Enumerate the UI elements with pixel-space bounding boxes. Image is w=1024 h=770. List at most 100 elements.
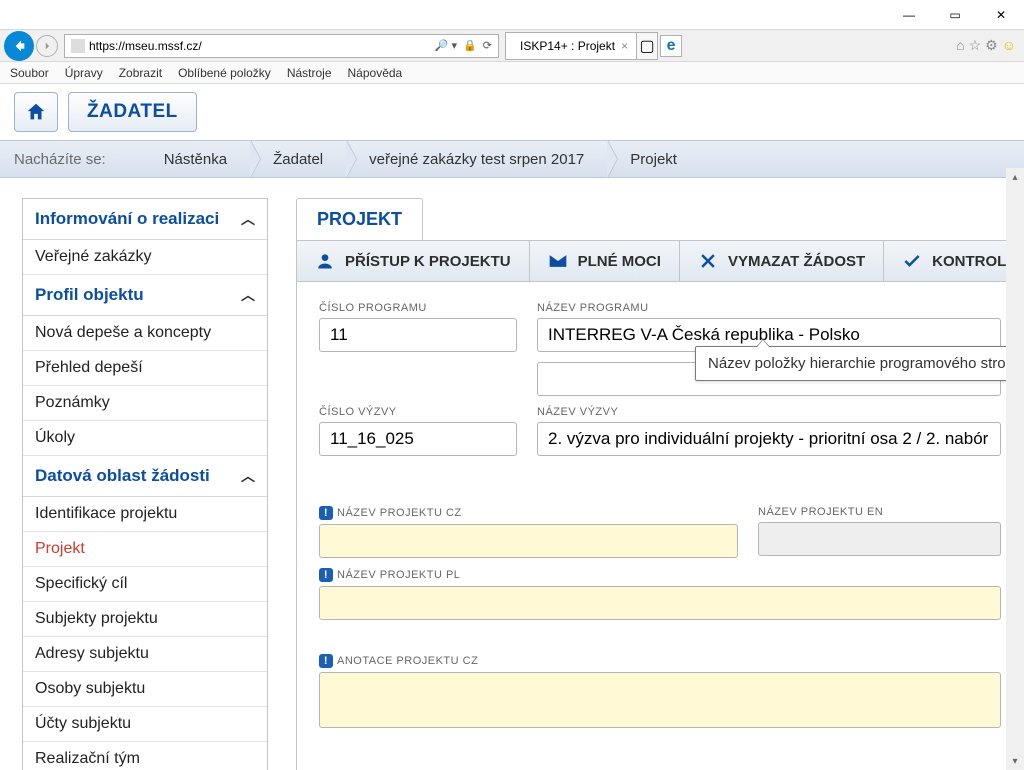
home-icon[interactable]: ⌂ xyxy=(956,37,964,54)
input-nazev-projektu-en[interactable] xyxy=(758,522,1001,556)
nav-forward-button[interactable] xyxy=(36,35,58,57)
chevron-up-icon: ︿ xyxy=(241,466,255,486)
menu-edit[interactable]: Úpravy xyxy=(65,66,103,80)
search-dropdown-icon[interactable]: 🔎 ▾ xyxy=(435,39,457,52)
required-badge: ! xyxy=(319,506,333,520)
sidebar: Informování o realizaci ︿ Veřejné zakázk… xyxy=(22,198,268,770)
vertical-scrollbar[interactable]: ▴ ▾ xyxy=(1006,168,1024,770)
window-titlebar: — ▭ ✕ xyxy=(0,0,1024,30)
tab-strip: ISKP14+ : Projekt × ▢ e xyxy=(505,32,682,60)
sidebar-group-title: Profil objektu xyxy=(35,285,144,305)
tooltip: Název položky hierarchie programového st… xyxy=(695,346,1024,381)
browser-tab[interactable]: ISKP14+ : Projekt × xyxy=(505,32,637,60)
sidebar-group-title: Datová oblast žádosti xyxy=(35,466,210,486)
input-nazev-projektu-pl[interactable] xyxy=(319,586,1001,620)
sidebar-item-tasks[interactable]: Úkoly xyxy=(23,421,267,456)
menu-file[interactable]: Soubor xyxy=(10,66,49,80)
favorites-icon[interactable]: ☆ xyxy=(969,37,982,54)
check-icon xyxy=(902,251,922,271)
label-nazev-projektu-en: NÁZEV PROJEKTU EN xyxy=(758,506,1001,518)
main-panel: PROJEKT PŘÍSTUP K PROJEKTU PLNÉ MOCI VYM… xyxy=(296,198,1024,770)
sidebar-item-tenders[interactable]: Veřejné zakázky xyxy=(23,240,267,275)
input-nazev-projektu-cz[interactable] xyxy=(319,524,738,558)
required-badge: ! xyxy=(319,654,333,668)
sidebar-group-profile[interactable]: Profil objektu ︿ xyxy=(23,275,267,316)
tab-close-button[interactable]: × xyxy=(621,39,628,53)
action-label: PLNÉ MOCI xyxy=(578,253,661,270)
site-favicon xyxy=(71,39,85,53)
scroll-up-icon[interactable]: ▴ xyxy=(1006,168,1024,186)
mail-icon xyxy=(548,251,568,271)
sidebar-item-team[interactable]: Realizační tým xyxy=(23,742,267,770)
action-label: VYMAZAT ŽÁDOST xyxy=(728,253,865,270)
breadcrumb-applicant[interactable]: Žadatel xyxy=(251,140,347,178)
breadcrumb-dashboard[interactable]: Nástěnka xyxy=(142,140,251,178)
sidebar-item-new-msg[interactable]: Nová depeše a koncepty xyxy=(23,316,267,351)
sidebar-item-persons[interactable]: Osoby subjektu xyxy=(23,672,267,707)
sidebar-item-project[interactable]: Projekt xyxy=(23,532,267,567)
menu-fav[interactable]: Oblíbené položky xyxy=(178,66,271,80)
sidebar-group-title: Informování o realizaci xyxy=(35,209,219,229)
window-maximize-button[interactable]: ▭ xyxy=(932,0,978,30)
sidebar-item-msg-overview[interactable]: Přehled depeší xyxy=(23,351,267,386)
tools-icon[interactable]: ⚙ xyxy=(985,37,998,54)
role-button[interactable]: ŽADATEL xyxy=(68,92,197,132)
ie-menu-bar: Soubor Úpravy Zobrazit Oblíbené položky … xyxy=(0,62,1024,84)
feedback-icon[interactable]: ☺ xyxy=(1002,37,1016,54)
breadcrumb: Nacházíte se: Nástěnka Žadatel veřejné z… xyxy=(0,140,1024,178)
label-cislo-programu: ČÍSLO PROGRAMU xyxy=(319,302,517,314)
scroll-down-icon[interactable]: ▾ xyxy=(1006,752,1024,770)
browser-right-icons: ⌂ ☆ ⚙ ☺ xyxy=(956,37,1024,54)
sidebar-item-accounts[interactable]: Účty subjektu xyxy=(23,707,267,742)
url-text: https://mseu.mssf.cz/ xyxy=(89,39,431,53)
edge-icon[interactable]: e xyxy=(660,35,682,57)
refresh-icon[interactable]: ⟳ xyxy=(483,39,492,52)
sidebar-item-goal[interactable]: Specifický cíl xyxy=(23,567,267,602)
sidebar-item-subjects[interactable]: Subjekty projektu xyxy=(23,602,267,637)
textarea-anotace-cz[interactable] xyxy=(319,672,1001,728)
input-nazev-vyzvy[interactable] xyxy=(537,422,1001,456)
action-bar: PŘÍSTUP K PROJEKTU PLNÉ MOCI VYMAZAT ŽÁD… xyxy=(296,240,1024,282)
menu-view[interactable]: Zobrazit xyxy=(119,66,162,80)
app-viewport: ŽADATEL Nacházíte se: Nástěnka Žadatel v… xyxy=(0,84,1024,770)
action-label: PŘÍSTUP K PROJEKTU xyxy=(345,253,511,270)
tab-project[interactable]: PROJEKT xyxy=(296,198,423,240)
breadcrumb-project[interactable]: Projekt xyxy=(608,140,701,178)
label-nazev-programu: NÁZEV PROGRAMU xyxy=(537,302,1001,314)
address-controls: 🔎 ▾ 🔒 ⟳ xyxy=(435,39,492,52)
window-minimize-button[interactable]: — xyxy=(886,0,932,30)
browser-toolbar: https://mseu.mssf.cz/ 🔎 ▾ 🔒 ⟳ ISKP14+ : … xyxy=(0,30,1024,62)
house-icon xyxy=(25,101,47,123)
arrow-left-icon xyxy=(11,38,27,54)
new-tab-button[interactable]: ▢ xyxy=(636,32,658,60)
breadcrumb-label: Nacházíte se: xyxy=(14,151,106,168)
action-check[interactable]: KONTROLA xyxy=(884,241,1024,281)
menu-help[interactable]: Nápověda xyxy=(348,66,403,80)
nav-back-button[interactable] xyxy=(4,31,34,61)
label-nazev-projektu-pl: !NÁZEV PROJEKTU PL xyxy=(319,568,1001,582)
sidebar-item-ident[interactable]: Identifikace projektu xyxy=(23,497,267,532)
people-icon xyxy=(315,251,335,271)
input-cislo-vyzvy[interactable] xyxy=(319,422,517,456)
input-cislo-programu[interactable] xyxy=(319,318,517,352)
sidebar-item-addresses[interactable]: Adresy subjektu xyxy=(23,637,267,672)
action-label: KONTROLA xyxy=(932,253,1017,270)
sidebar-group-data[interactable]: Datová oblast žádosti ︿ xyxy=(23,456,267,497)
breadcrumb-tender[interactable]: veřejné zakázky test srpen 2017 xyxy=(347,140,608,178)
action-access[interactable]: PŘÍSTUP K PROJEKTU xyxy=(297,241,530,281)
label-anotace-cz: !ANOTACE PROJEKTU CZ xyxy=(319,654,1001,668)
window-close-button[interactable]: ✕ xyxy=(978,0,1024,30)
action-proxy[interactable]: PLNÉ MOCI xyxy=(530,241,680,281)
label-nazev-projektu-cz: !NÁZEV PROJEKTU CZ xyxy=(319,506,738,520)
menu-tools[interactable]: Nástroje xyxy=(287,66,332,80)
address-bar[interactable]: https://mseu.mssf.cz/ 🔎 ▾ 🔒 ⟳ xyxy=(64,34,499,58)
sidebar-item-notes[interactable]: Poznámky xyxy=(23,386,267,421)
form-area: ČÍSLO PROGRAMU NÁZEV PROGRAMU Název polo… xyxy=(296,282,1024,770)
lock-icon: 🔒 xyxy=(463,39,477,52)
sidebar-group-realization[interactable]: Informování o realizaci ︿ xyxy=(23,199,267,240)
chevron-up-icon: ︿ xyxy=(241,285,255,305)
action-delete[interactable]: VYMAZAT ŽÁDOST xyxy=(680,241,884,281)
label-nazev-vyzvy: NÁZEV VÝZVY xyxy=(537,406,1001,418)
app-home-button[interactable] xyxy=(14,92,58,132)
label-cislo-vyzvy: ČÍSLO VÝZVY xyxy=(319,406,517,418)
